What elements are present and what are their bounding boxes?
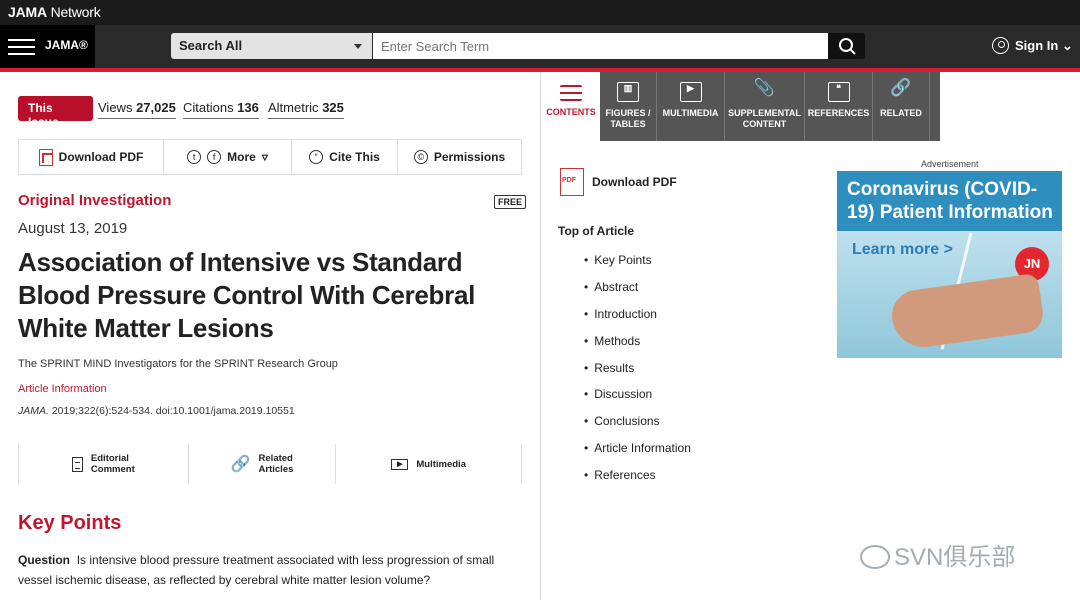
search-button[interactable] [828, 33, 865, 59]
article-information-link[interactable]: Article Information [18, 383, 107, 395]
play-icon: ▶ [679, 82, 702, 102]
toc-discussion[interactable]: Discussion [584, 387, 691, 414]
editorial-comment-link[interactable]: Editorial Comment [19, 444, 189, 484]
user-icon [992, 37, 1009, 54]
views-metric[interactable]: Views 27,025 [98, 100, 176, 119]
related-content-bar: Editorial Comment 🔗 Related Articles ▶ Mul… [18, 444, 522, 484]
search-scope-select[interactable]: Search All [171, 33, 372, 59]
toc-references[interactable]: References [584, 468, 691, 495]
publication-date: August 13, 2019 [18, 220, 128, 237]
jama-network-brand[interactable]: JAMA Network [8, 4, 101, 20]
pdf-icon [560, 168, 584, 196]
article-tabs: CONTENTS ▥ FIGURES / TABLES ▶ MULTIMEDIA 📎… [542, 72, 940, 141]
article-citation: JAMA. 2019;322(6):524-534. doi:10.1001/j… [18, 405, 295, 417]
top-brand-bar: JAMA Network [0, 0, 1080, 25]
toc-heading[interactable]: Top of Article [558, 224, 634, 238]
toc-article-information[interactable]: Article Information [584, 441, 691, 468]
tab-supplemental-content[interactable]: 📎 SUPPLEMENTAL CONTENT [725, 72, 805, 141]
citations-metric[interactable]: Citations 136 [183, 100, 259, 119]
link-icon: 🔗 [230, 455, 251, 473]
hands-washing-image [888, 272, 1046, 352]
article-title: Association of Intensive vs Standard Blo… [18, 247, 476, 343]
quote-icon: “ [309, 150, 324, 164]
table-of-contents: Key Points Abstract Introduction Methods… [584, 253, 691, 495]
more-share-button[interactable]: t f More ▿ [164, 140, 292, 174]
sidebar-download-pdf[interactable]: Download PDF [560, 168, 677, 196]
download-pdf-button[interactable]: Download PDF [19, 140, 164, 174]
advertisement-label: Advertisement [921, 159, 979, 169]
quote-icon: ❝ [827, 82, 850, 102]
chevron-down-icon: ⌄ [1061, 38, 1073, 53]
article-type: Original Investigation [18, 192, 172, 209]
tab-references[interactable]: ❝ REFERENCES [805, 72, 873, 141]
this-issue-button[interactable]: This Issue [18, 96, 93, 129]
related-articles-link[interactable]: 🔗 Related Articles [189, 444, 337, 484]
multimedia-link[interactable]: ▶ Multimedia [336, 444, 522, 484]
tab-multimedia[interactable]: ▶ MULTIMEDIA [657, 72, 725, 141]
bar-chart-icon: ▥ [617, 82, 639, 102]
toc-results[interactable]: Results [584, 361, 691, 388]
chevron-down-icon [354, 44, 362, 49]
tab-figures-tables[interactable]: ▥ FIGURES / TABLES [600, 72, 657, 141]
covid-advertisement[interactable]: Coronavirus (COVID-19) Patient Informati… [837, 171, 1062, 358]
key-points-heading: Key Points [18, 512, 122, 534]
pdf-icon [38, 148, 53, 166]
video-icon: ▶ [391, 458, 409, 470]
cite-this-button[interactable]: “Cite This [292, 140, 398, 174]
sign-in-button[interactable]: Sign In ⌄ [992, 37, 1073, 54]
hamburger-menu-icon[interactable] [8, 39, 35, 55]
toc-methods[interactable]: Methods [584, 334, 691, 361]
learn-more-link[interactable]: Learn more > [852, 241, 953, 259]
permissions-button[interactable]: © Permissions [398, 140, 521, 174]
facebook-icon[interactable]: f [207, 150, 222, 164]
article-toolbar: Download PDF t f More ▿ “Cite This © Permiss… [18, 139, 522, 175]
toc-abstract[interactable]: Abstract [584, 280, 691, 307]
altmetric-metric[interactable]: Altmetric 325 [268, 100, 344, 119]
journal-logo-menu[interactable]: JAMA® [0, 25, 95, 68]
search-input[interactable] [373, 33, 828, 59]
wechat-icon [860, 545, 890, 569]
paperclip-icon: 📎 [753, 78, 776, 97]
jama-logo: JAMA® [45, 38, 88, 52]
tab-contents[interactable]: CONTENTS [542, 72, 600, 141]
toc-key-points[interactable]: Key Points [584, 253, 691, 280]
document-icon [71, 456, 83, 472]
toc-introduction[interactable]: Introduction [584, 307, 691, 334]
toc-conclusions[interactable]: Conclusions [584, 414, 691, 441]
tab-related[interactable]: 🔗 RELATED [873, 72, 930, 141]
watermark: SVN俱乐部 [860, 537, 1015, 572]
contents-icon [560, 85, 582, 101]
copyright-icon: © [413, 150, 428, 164]
search-icon [839, 38, 856, 55]
article-authors[interactable]: The SPRINT MIND Investigators for the SP… [18, 358, 338, 370]
free-badge: FREE [494, 195, 527, 209]
chevron-down-icon: ▿ [261, 150, 268, 164]
twitter-icon[interactable]: t [187, 150, 202, 164]
link-icon: 🔗 [890, 78, 912, 97]
ad-title: Coronavirus (COVID-19) Patient Informati… [847, 179, 1053, 223]
tab-bar-fill [930, 72, 940, 141]
key-points-question: Question Is intensive blood pressure tre… [18, 553, 495, 587]
